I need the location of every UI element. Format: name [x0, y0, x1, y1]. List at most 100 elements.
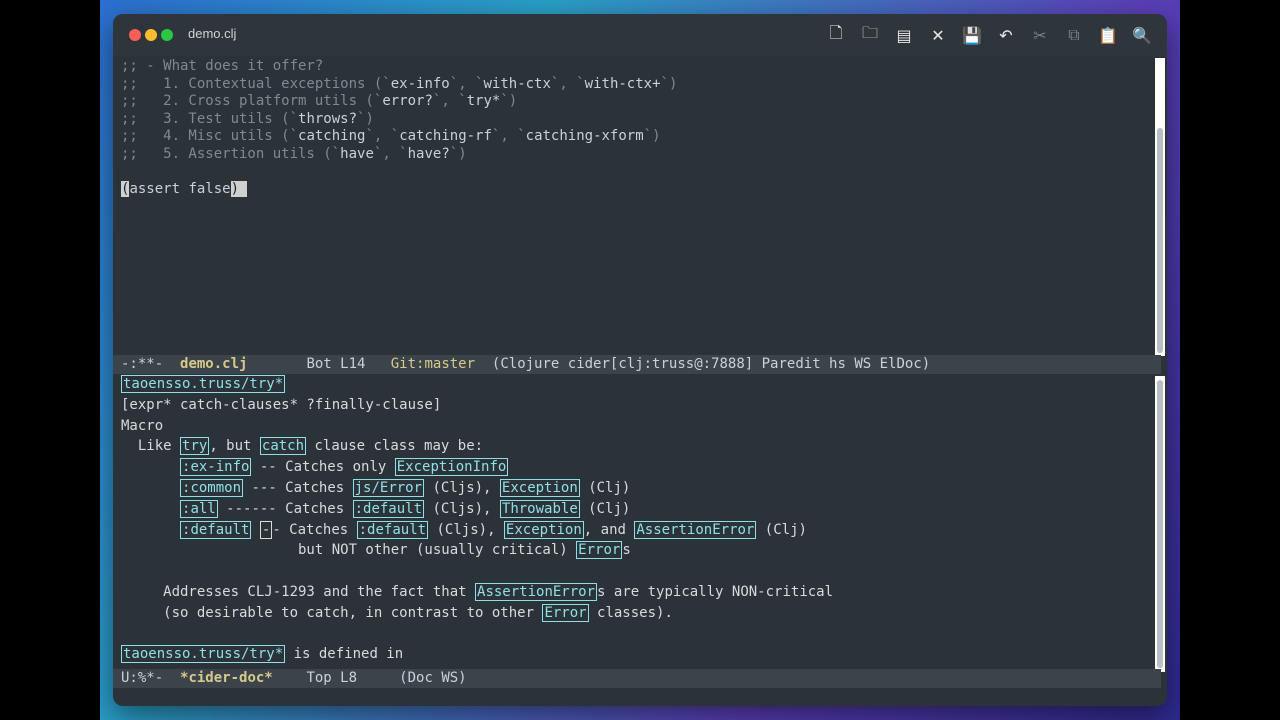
- doc-link[interactable]: :default: [352, 499, 425, 518]
- comment-code: `try*`: [458, 93, 509, 109]
- doc-arglist: [expr* catch-clauses* ?finally-clause]: [121, 396, 442, 413]
- doc-link[interactable]: Error: [542, 603, 589, 622]
- doc-link[interactable]: AssertionError: [475, 582, 598, 601]
- doc-link[interactable]: try: [180, 437, 210, 456]
- cabinet-icon: ▤: [896, 25, 912, 45]
- doc-link[interactable]: :common: [180, 478, 244, 497]
- comment-text: ,: [559, 75, 577, 92]
- emacs-window: demo.clj 🗋 🗀 ▤ ✕ 💾 ↶ ✂ ⧉ 📋 🔍 ;; - What d…: [113, 14, 1167, 706]
- minimize-window-button[interactable]: [145, 29, 157, 41]
- comment-text: ): [508, 93, 518, 109]
- cut-button[interactable]: ✂: [1027, 22, 1053, 48]
- doc-link[interactable]: :ex-info: [180, 458, 252, 477]
- doc-line: Like try, but catch clause class may be:: [121, 436, 1161, 457]
- comment-text: ;; - What does it offer?: [121, 58, 324, 74]
- comment-text: ;; 1. Contextual exceptions (: [121, 75, 383, 92]
- doc-link[interactable]: Exception: [503, 520, 584, 539]
- comment-code: `ex-info`: [382, 75, 459, 92]
- comment-text: ,: [441, 93, 459, 109]
- doc-link[interactable]: Exception: [499, 478, 580, 497]
- paste-button[interactable]: 📋: [1095, 22, 1121, 48]
- comment-code-text: with-ctx: [483, 75, 551, 92]
- close-window-button[interactable]: [129, 29, 141, 41]
- doc-cursor: -: [259, 520, 273, 539]
- doc-symbol-link[interactable]: taoensso.truss/try*: [121, 375, 286, 393]
- doc-symbol-link[interactable]: taoensso.truss/try*: [121, 645, 286, 664]
- doc-text: , but: [209, 438, 260, 455]
- comment-line: ;; 1. Contextual exceptions (`ex-info`, …: [121, 76, 1161, 94]
- doc-link[interactable]: :default: [356, 520, 429, 539]
- title-bar: demo.clj 🗋 🗀 ▤ ✕ 💾 ↶ ✂ ⧉ 📋 🔍: [113, 14, 1167, 56]
- maximize-window-button[interactable]: [161, 29, 173, 41]
- mode-line-git-branch[interactable]: Git:master: [391, 356, 475, 372]
- doc-scrollbar[interactable]: [1155, 376, 1165, 672]
- doc-link[interactable]: AssertionError: [634, 520, 757, 539]
- doc-text: ------ Catches: [217, 500, 353, 517]
- doc-text: [251, 522, 259, 538]
- close-buffer-button[interactable]: ✕: [925, 22, 951, 48]
- comment-code-text: catching: [298, 128, 366, 144]
- mode-line-modes[interactable]: (Clojure cider[clj:truss@:7888] Paredit …: [475, 356, 930, 372]
- comment-code-text: have: [340, 145, 374, 162]
- code-line: (assert false): [121, 180, 1161, 199]
- doc-line: :ex-info -- Catches only ExceptionInfo: [121, 457, 1161, 478]
- comment-code: `throws?`: [289, 110, 366, 127]
- mode-line-position: Top L8: [272, 670, 400, 686]
- doc-link[interactable]: ExceptionInfo: [394, 458, 509, 477]
- comment-code-text: with-ctx+: [584, 75, 661, 92]
- undo-button[interactable]: ↶: [993, 22, 1019, 48]
- comment-text: ,: [382, 145, 400, 162]
- doc-link[interactable]: :default: [180, 520, 252, 539]
- mode-line-active: -:**- demo.clj Bot L14 Git:master (Cloju…: [113, 355, 1161, 374]
- comment-code: `error?`: [373, 93, 442, 109]
- cut-icon: ✂: [1033, 25, 1047, 45]
- doc-line: :common --- Catches js/Error (Cljs), Exc…: [121, 478, 1161, 499]
- doc-link[interactable]: catch: [259, 437, 307, 456]
- mode-line-buffer-name[interactable]: demo.clj: [180, 356, 247, 372]
- open-folder-button[interactable]: 🗀: [857, 22, 883, 48]
- doc-link[interactable]: Throwable: [499, 499, 580, 518]
- doc-link[interactable]: Error: [576, 541, 623, 560]
- doc-text: (Clj): [579, 500, 631, 517]
- comment-code-text: have?: [407, 145, 450, 162]
- doc-blank-line: [121, 561, 1161, 582]
- comment-text: ;; 4. Misc utils (: [121, 128, 290, 144]
- mode-line-modes[interactable]: (Doc WS): [399, 670, 466, 686]
- dired-button[interactable]: ▤: [891, 22, 917, 48]
- doc-text: but NOT other (usually critical): [121, 542, 577, 559]
- comment-line: ;; 5. Assertion utils (`have`, `have?`): [121, 146, 1161, 164]
- copy-icon: ⧉: [1068, 25, 1080, 44]
- mode-line-position: Bot L14: [247, 356, 391, 372]
- comment-code-text: catching-xform: [525, 128, 644, 144]
- cider-doc-pane[interactable]: taoensso.truss/try* [expr* catch-clauses…: [113, 374, 1161, 664]
- search-button[interactable]: 🔍: [1129, 22, 1155, 48]
- doc-text: (Clj): [579, 479, 631, 496]
- doc-text: [121, 480, 180, 496]
- new-file-button[interactable]: 🗋: [823, 22, 849, 48]
- scrollbar-thumb[interactable]: [1157, 380, 1163, 668]
- comment-line: ;; 4. Misc utils (`catching`, `catching-…: [121, 128, 1161, 146]
- comment-line: ;; 2. Cross platform utils (`error?`, `t…: [121, 93, 1161, 111]
- mode-line-buffer-name[interactable]: *cider-doc*: [180, 670, 273, 686]
- comment-code-text: catching-rf: [399, 128, 492, 144]
- scrollbar-thumb[interactable]: [1157, 128, 1163, 353]
- doc-text: classes).: [588, 604, 673, 621]
- doc-text: Addresses CLJ-1293 and the fact that: [121, 583, 476, 600]
- mode-line-doc: U:%*- *cider-doc* Top L8 (Doc WS): [113, 669, 1161, 688]
- comment-line: ;; 3. Test utils (`throws?`): [121, 111, 1161, 129]
- doc-text: (Cljs),: [424, 479, 500, 496]
- doc-text: [121, 522, 180, 538]
- doc-line: Addresses CLJ-1293 and the fact that Ass…: [121, 582, 1161, 603]
- copy-button[interactable]: ⧉: [1061, 22, 1087, 48]
- doc-text: Like: [121, 438, 181, 455]
- doc-link[interactable]: js/Error: [352, 478, 425, 497]
- mode-line-status: U:%*-: [121, 670, 181, 686]
- save-button[interactable]: 💾: [959, 22, 985, 48]
- window-title: demo.clj: [188, 26, 237, 41]
- editor-pane[interactable]: ;; - What does it offer? ;; 1. Contextua…: [113, 58, 1161, 358]
- comment-text: ): [668, 75, 678, 92]
- doc-link[interactable]: :all: [180, 499, 218, 518]
- comment-text: ,: [373, 128, 391, 144]
- editor-scrollbar[interactable]: [1155, 58, 1165, 356]
- doc-blank-line: [121, 624, 1161, 645]
